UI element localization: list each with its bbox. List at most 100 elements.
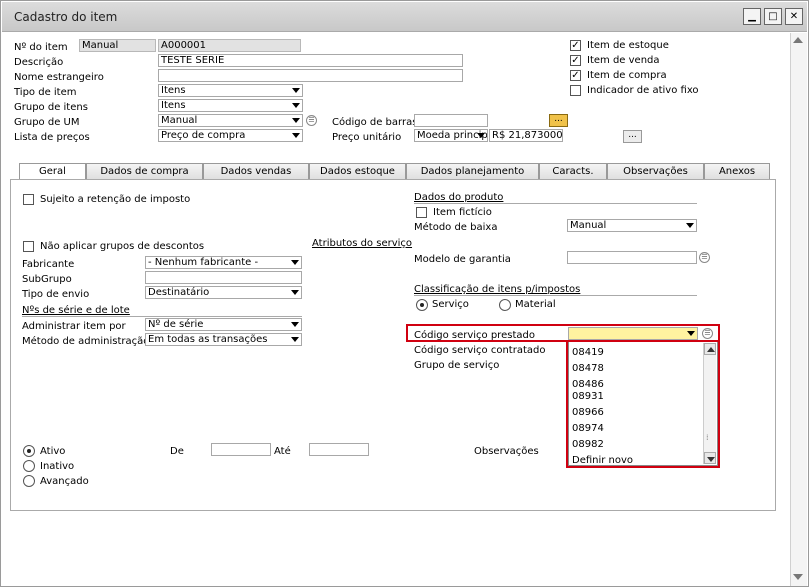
fabricante-select[interactable]: - Nenhum fabricante - — [145, 256, 302, 269]
title-bar: Cadastro do item ▁ □ ✕ — [2, 2, 807, 32]
chevron-down-icon — [686, 223, 694, 228]
grupo-servico-label: Grupo de serviço — [414, 360, 500, 371]
chevron-down-icon — [292, 118, 300, 123]
avancado-radio[interactable] — [23, 475, 35, 487]
codigo-contratado-label: Código serviço contratado — [414, 345, 546, 356]
de-label: De — [170, 446, 184, 457]
tab-dados-estoque[interactable]: Dados estoque — [309, 163, 406, 180]
metodo-admin-label: Método de administração — [22, 336, 150, 347]
chevron-down-icon — [477, 133, 485, 138]
info-icon[interactable]: ☰ — [699, 252, 710, 263]
tab-dados-planejamento[interactable]: Dados planejamento — [406, 163, 539, 180]
codigo-barras-ellipsis-button[interactable]: ... — [549, 114, 568, 127]
window-title: Cadastro do item — [14, 10, 118, 24]
servico-radio[interactable] — [416, 299, 428, 311]
descricao-field[interactable]: TESTE SERIE — [158, 54, 463, 67]
modelo-garantia-field[interactable] — [567, 251, 697, 264]
metodo-baixa-label: Método de baixa — [414, 222, 498, 233]
grupo-um-label: Grupo de UM — [14, 117, 80, 128]
ativo-radio[interactable] — [23, 445, 35, 457]
sujeito-retencao-checkbox[interactable] — [23, 194, 34, 205]
ate-date-field[interactable] — [309, 443, 369, 456]
close-button[interactable]: ✕ — [785, 8, 803, 25]
scroll-down-icon[interactable] — [793, 574, 803, 580]
atributos-servico-link[interactable]: Atributos do serviço — [312, 238, 412, 249]
avancado-label: Avançado — [40, 476, 89, 487]
moeda-select[interactable]: Moeda princip — [414, 129, 488, 142]
info-icon[interactable]: ☰ — [306, 115, 317, 126]
tipo-item-select[interactable]: Itens — [158, 84, 303, 97]
nao-aplicar-descontos-checkbox[interactable] — [23, 241, 34, 252]
tab-caracts[interactable]: Caracts. — [539, 163, 607, 180]
preco-ellipsis-button[interactable]: ... — [623, 130, 642, 143]
nao-aplicar-descontos-label: Não aplicar grupos de descontos — [40, 241, 205, 252]
servico-label: Serviço — [432, 299, 469, 310]
tab-dados-vendas[interactable]: Dados vendas — [203, 163, 309, 180]
maximize-button[interactable]: □ — [764, 8, 782, 25]
fabricante-value: - Nenhum fabricante - — [148, 257, 259, 268]
item-ficticio-checkbox[interactable] — [416, 207, 427, 218]
de-date-field[interactable] — [211, 443, 271, 456]
preco-unitario-label: Preço unitário — [332, 132, 402, 143]
item-venda-checkbox[interactable]: ✓ — [570, 55, 581, 66]
item-estoque-checkbox[interactable]: ✓ — [570, 40, 581, 51]
grupo-itens-value: Itens — [161, 100, 186, 111]
series-lote-title: Nºs de série e de lote — [22, 305, 130, 316]
highlight-box — [566, 340, 720, 468]
lista-precos-label: Lista de preços — [14, 132, 90, 143]
administrar-select[interactable]: Nº de série — [145, 318, 302, 331]
item-venda-label: Item de venda — [587, 55, 660, 66]
subgrupo-field[interactable] — [145, 271, 302, 284]
ativo-fixo-checkbox[interactable] — [570, 85, 581, 96]
metodo-admin-select[interactable]: Em todas as transações — [145, 333, 302, 346]
grupo-um-value: Manual — [161, 115, 198, 126]
minimize-button[interactable]: ▁ — [743, 8, 761, 25]
dados-produto-title: Dados do produto — [414, 192, 504, 203]
inativo-radio[interactable] — [23, 460, 35, 472]
window-scrollbar[interactable] — [790, 33, 807, 586]
tab-dados-compra[interactable]: Dados de compra — [86, 163, 203, 180]
chevron-down-icon — [291, 337, 299, 342]
chevron-down-icon — [292, 133, 300, 138]
codigo-barras-field[interactable] — [414, 114, 488, 127]
scroll-up-icon[interactable] — [793, 37, 803, 43]
tab-observacoes[interactable]: Observações — [607, 163, 704, 180]
lista-precos-value: Preço de compra — [161, 130, 246, 141]
material-radio[interactable] — [499, 299, 511, 311]
sujeito-retencao-label: Sujeito a retenção de imposto — [40, 194, 191, 205]
divider — [414, 295, 697, 296]
chevron-down-icon — [291, 290, 299, 295]
item-no-field[interactable]: A000001 — [158, 39, 301, 52]
administrar-value: Nº de série — [148, 319, 204, 330]
item-estoque-label: Item de estoque — [587, 40, 669, 51]
tipo-item-label: Tipo de item — [14, 87, 77, 98]
preco-field[interactable]: R$ 21,873000 — [489, 129, 563, 142]
ativo-fixo-label: Indicador de ativo fixo — [587, 85, 699, 96]
descricao-label: Descrição — [14, 57, 64, 68]
metodo-admin-value: Em todas as transações — [148, 334, 268, 345]
metodo-baixa-select[interactable]: Manual — [567, 219, 697, 232]
chevron-down-icon — [292, 88, 300, 93]
chevron-down-icon — [292, 103, 300, 108]
item-ficticio-label: Item fictício — [433, 207, 492, 218]
administrar-label: Administrar item por — [22, 321, 126, 332]
tipo-envio-select[interactable]: Destinatário — [145, 286, 302, 299]
chevron-down-icon — [291, 260, 299, 265]
observacoes-label: Observações — [474, 446, 539, 457]
nome-estrangeiro-field[interactable] — [158, 69, 463, 82]
lista-precos-select[interactable]: Preço de compra — [158, 129, 303, 142]
tab-anexos[interactable]: Anexos — [704, 163, 770, 180]
codigo-barras-label: Código de barras — [332, 117, 418, 128]
item-no-label: Nº do item — [14, 42, 68, 53]
modelo-garantia-label: Modelo de garantia — [414, 254, 511, 265]
grupo-um-select[interactable]: Manual — [158, 114, 303, 127]
metodo-baixa-value: Manual — [570, 220, 607, 231]
tipo-envio-value: Destinatário — [148, 287, 210, 298]
item-compra-checkbox[interactable]: ✓ — [570, 70, 581, 81]
classificacao-title: Classificação de itens p/impostos — [414, 284, 581, 295]
item-no-series[interactable]: Manual — [79, 39, 156, 52]
nome-estrangeiro-label: Nome estrangeiro — [14, 72, 104, 83]
ativo-label: Ativo — [40, 446, 66, 457]
ate-label: Até — [274, 446, 291, 457]
grupo-itens-select[interactable]: Itens — [158, 99, 303, 112]
